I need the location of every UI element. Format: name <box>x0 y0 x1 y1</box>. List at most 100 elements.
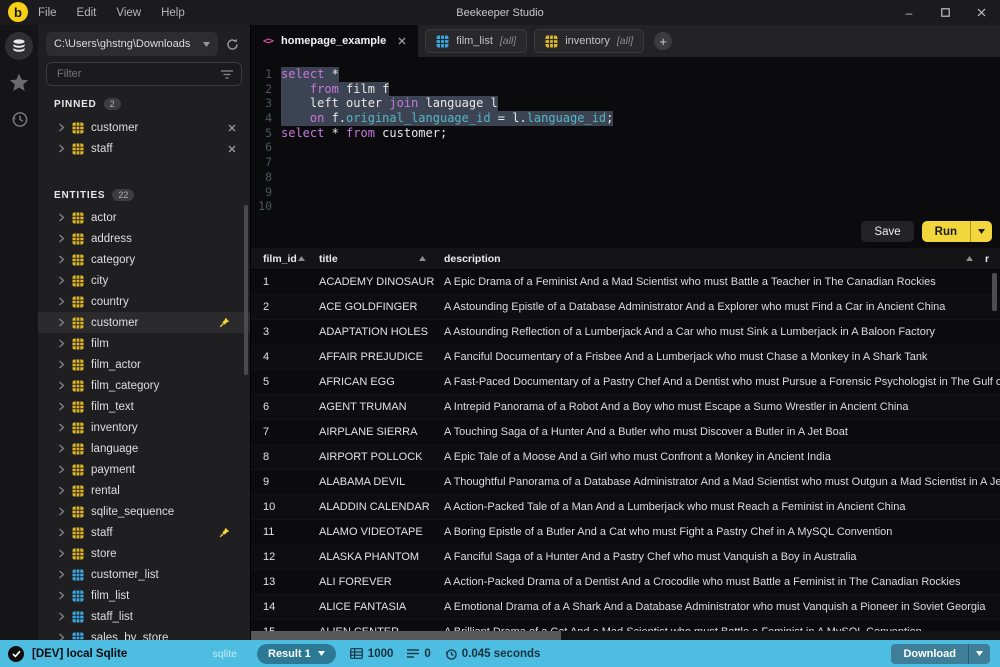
entity-item-film[interactable]: film <box>38 333 250 354</box>
filter-input[interactable] <box>55 67 221 81</box>
table-row[interactable]: 9ALABAMA DEVILA Thoughtful Panorama of a… <box>251 470 1000 495</box>
entity-item-address[interactable]: address <box>38 228 250 249</box>
pin-icon[interactable] <box>219 527 230 538</box>
tab-inventory[interactable]: inventory[all] <box>534 29 644 53</box>
entity-item-payment[interactable]: payment <box>38 459 250 480</box>
chevron-right-icon[interactable] <box>58 360 65 369</box>
entity-item-film_category[interactable]: film_category <box>38 375 250 396</box>
entity-item-rental[interactable]: rental <box>38 480 250 501</box>
chevron-right-icon[interactable] <box>58 276 65 285</box>
entity-item-customer[interactable]: customer <box>38 312 250 333</box>
menu-view[interactable]: View <box>116 7 141 19</box>
entity-item-film_actor[interactable]: film_actor <box>38 354 250 375</box>
connection-name[interactable]: [DEV] local Sqlite <box>32 648 127 660</box>
menu-help[interactable]: Help <box>161 7 185 19</box>
favorites-star-icon[interactable] <box>9 73 29 97</box>
pinned-item-staff[interactable]: staff <box>38 138 250 159</box>
results-vertical-scrollbar[interactable] <box>992 273 997 311</box>
entity-item-category[interactable]: category <box>38 249 250 270</box>
entity-item-sqlite_sequence[interactable]: sqlite_sequence <box>38 501 250 522</box>
close-window-button[interactable] <box>970 2 992 24</box>
chevron-right-icon[interactable] <box>58 423 65 432</box>
chevron-right-icon[interactable] <box>58 465 65 474</box>
chevron-right-icon[interactable] <box>58 123 65 132</box>
editor-line[interactable]: 7 <box>251 155 1000 170</box>
save-button[interactable]: Save <box>861 221 913 242</box>
chevron-right-icon[interactable] <box>58 255 65 264</box>
unpin-close-icon[interactable] <box>228 124 236 132</box>
sidebar-scrollbar[interactable] <box>244 205 248 375</box>
entity-item-customer_list[interactable]: customer_list <box>38 564 250 585</box>
pinned-item-customer[interactable]: customer <box>38 117 250 138</box>
results-horizontal-scrollbar[interactable] <box>251 631 1000 640</box>
download-dropdown-caret[interactable] <box>968 644 990 664</box>
chevron-right-icon[interactable] <box>58 528 65 537</box>
download-button-label[interactable]: Download <box>891 644 968 664</box>
chevron-right-icon[interactable] <box>58 612 65 621</box>
entity-item-city[interactable]: city <box>38 270 250 291</box>
chevron-right-icon[interactable] <box>58 591 65 600</box>
download-button[interactable]: Download <box>891 644 990 664</box>
chevron-right-icon[interactable] <box>58 507 65 516</box>
run-button[interactable]: Run <box>922 221 992 242</box>
horizontal-scroll-thumb[interactable] <box>251 631 561 640</box>
menu-edit[interactable]: Edit <box>77 7 97 19</box>
editor-line[interactable]: 4 on f.original_language_id = l.language… <box>251 111 1000 126</box>
tab-film_list[interactable]: film_list[all] <box>425 29 527 53</box>
entity-item-film_text[interactable]: film_text <box>38 396 250 417</box>
editor-line[interactable]: 2 from film f <box>251 82 1000 97</box>
entity-item-staff[interactable]: staff <box>38 522 250 543</box>
table-row[interactable]: 4AFFAIR PREJUDICEA Fanciful Documentary … <box>251 345 1000 370</box>
editor-line[interactable]: 9 <box>251 185 1000 200</box>
table-row[interactable]: 1ACADEMY DINOSAURA Epic Drama of a Femin… <box>251 270 1000 295</box>
unpin-close-icon[interactable] <box>228 145 236 153</box>
sort-arrow-icon[interactable] <box>966 256 973 261</box>
chevron-right-icon[interactable] <box>58 633 65 640</box>
chevron-right-icon[interactable] <box>58 318 65 327</box>
pin-icon[interactable] <box>219 317 230 328</box>
chevron-right-icon[interactable] <box>58 144 65 153</box>
chevron-right-icon[interactable] <box>58 381 65 390</box>
entity-item-sales_by_store[interactable]: sales_by_store <box>38 627 250 640</box>
filter-funnel-icon[interactable] <box>221 70 233 79</box>
close-tab-icon[interactable] <box>398 37 406 45</box>
chevron-right-icon[interactable] <box>58 444 65 453</box>
entity-item-inventory[interactable]: inventory <box>38 417 250 438</box>
editor-line[interactable]: 5select * from customer; <box>251 126 1000 141</box>
table-row[interactable]: 10ALADDIN CALENDARA Action-Packed Tale o… <box>251 495 1000 520</box>
editor-line[interactable]: 1select * <box>251 67 1000 82</box>
table-row[interactable]: 11ALAMO VIDEOTAPEA Boring Epistle of a B… <box>251 520 1000 545</box>
menu-file[interactable]: File <box>38 7 57 19</box>
chevron-right-icon[interactable] <box>58 486 65 495</box>
entity-item-store[interactable]: store <box>38 543 250 564</box>
sql-editor[interactable]: 1select *2 from film f3 left outer join … <box>251 57 1000 248</box>
editor-line[interactable]: 10 <box>251 199 1000 214</box>
history-clock-icon[interactable] <box>10 110 29 134</box>
table-row[interactable]: 13ALI FOREVERA Action-Packed Drama of a … <box>251 570 1000 595</box>
entity-item-language[interactable]: language <box>38 438 250 459</box>
editor-line[interactable]: 6 <box>251 140 1000 155</box>
tab-homepage_example[interactable]: <>homepage_example <box>251 25 418 57</box>
table-row[interactable]: 5AFRICAN EGGA Fast-Paced Documentary of … <box>251 370 1000 395</box>
column-header-title[interactable]: title <box>313 248 438 270</box>
column-header-film_id[interactable]: film_id <box>251 248 313 270</box>
chevron-right-icon[interactable] <box>58 402 65 411</box>
chevron-right-icon[interactable] <box>58 549 65 558</box>
table-row[interactable]: 2ACE GOLDFINGERA Astounding Epistle of a… <box>251 295 1000 320</box>
editor-line[interactable]: 8 <box>251 170 1000 185</box>
table-row[interactable]: 7AIRPLANE SIERRAA Touching Saga of a Hun… <box>251 420 1000 445</box>
table-row[interactable]: 8AIRPORT POLLOCKA Epic Tale of a Moose A… <box>251 445 1000 470</box>
column-header-description[interactable]: description <box>438 248 985 270</box>
table-row[interactable]: 14ALICE FANTASIAA Emotional Drama of a A… <box>251 595 1000 620</box>
maximize-button[interactable] <box>934 2 956 24</box>
chevron-right-icon[interactable] <box>58 297 65 306</box>
table-row[interactable]: 6AGENT TRUMANA Intrepid Panorama of a Ro… <box>251 395 1000 420</box>
table-row[interactable]: 12ALASKA PHANTOMA Fanciful Saga of a Hun… <box>251 545 1000 570</box>
sort-arrow-icon[interactable] <box>298 256 305 261</box>
table-row[interactable]: 3ADAPTATION HOLESA Astounding Reflection… <box>251 320 1000 345</box>
connection-select[interactable]: C:\Users\ghstng\Downloads <box>46 32 218 56</box>
chevron-right-icon[interactable] <box>58 234 65 243</box>
chevron-right-icon[interactable] <box>58 570 65 579</box>
refresh-icon[interactable] <box>226 38 239 51</box>
column-header-r[interactable]: r <box>985 248 1000 270</box>
